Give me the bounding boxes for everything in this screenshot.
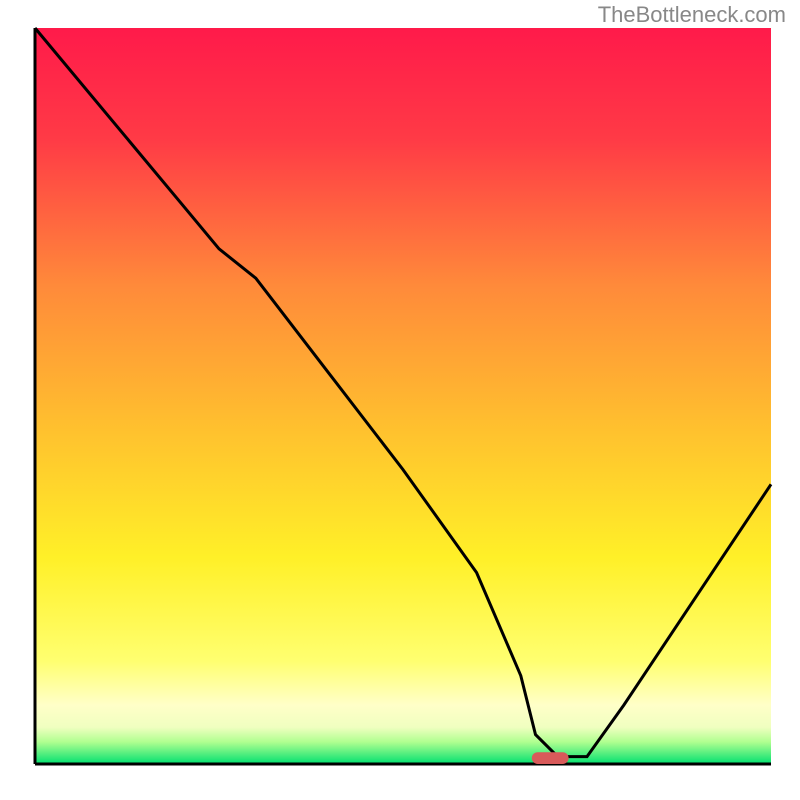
bottleneck-curve xyxy=(35,28,771,757)
chart-container: TheBottleneck.com xyxy=(0,0,800,800)
watermark-text: TheBottleneck.com xyxy=(598,2,786,28)
chart-svg xyxy=(35,28,771,764)
optimal-marker xyxy=(532,752,569,764)
chart-plot-area xyxy=(35,28,771,764)
